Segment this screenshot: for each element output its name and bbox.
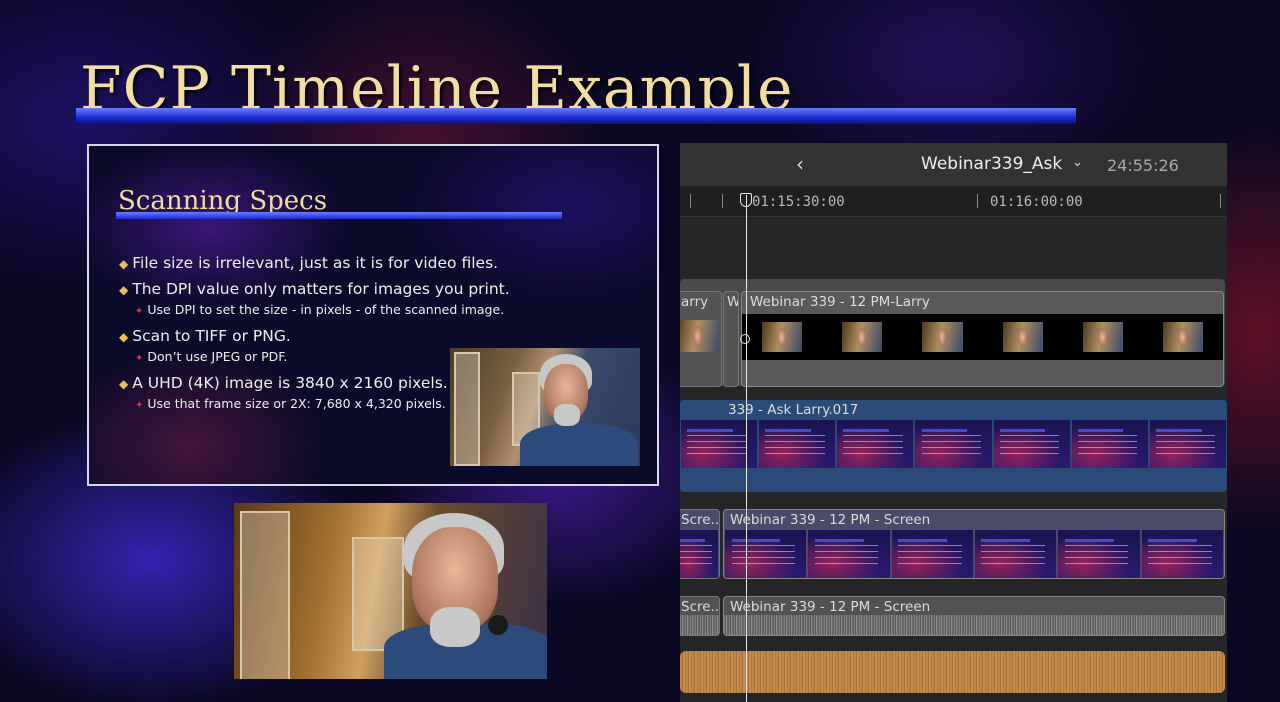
inset-slide: Scanning Specs ◆ File size is irrelevant,… — [87, 144, 659, 486]
project-duration: 24:55:26 — [1107, 156, 1179, 175]
playhead[interactable] — [746, 195, 747, 702]
timeline-clip-larry[interactable]: Webinar 339 - 12 PM-Larry — [741, 291, 1224, 387]
timecode-label: 01:16:00:00 — [990, 194, 1083, 210]
bullet: ◆ Scan to TIFF or PNG. — [119, 327, 291, 345]
timeline-clip[interactable]: arry — [680, 291, 722, 387]
timeline-music-clip[interactable] — [680, 651, 1225, 693]
speaker-video-large — [234, 503, 547, 679]
timeline-clip[interactable]: W — [723, 291, 739, 387]
timeline-clip-screen[interactable]: Webinar 339 - 12 PM - Screen — [723, 509, 1225, 579]
slide-title-underline — [116, 212, 562, 219]
timeline-audio-clip[interactable]: Scre... — [680, 596, 720, 636]
connection-point-icon — [740, 334, 750, 344]
bullet: ◆ The DPI value only matters for images y… — [119, 280, 510, 298]
timeline-header: ‹ Webinar339_Ask ⌄ 24:55:26 — [680, 143, 1227, 186]
chevron-down-icon[interactable]: ⌄ — [1072, 155, 1083, 170]
timeline-clip-ask-larry[interactable]: 339 - Ask Larry.017 — [680, 400, 1227, 492]
bullet: ◆ File size is irrelevant, just as it is … — [119, 254, 499, 272]
microphone-icon — [488, 615, 508, 635]
back-icon[interactable]: ‹ — [796, 152, 804, 176]
title-underline — [76, 108, 1076, 124]
speaker-video-small — [450, 348, 640, 466]
project-name-dropdown[interactable]: Webinar339_Ask — [921, 154, 1062, 174]
timeline-clip[interactable]: Scre... — [680, 509, 720, 579]
playhead-handle[interactable] — [740, 193, 752, 207]
fcp-timeline-panel: ‹ Webinar339_Ask ⌄ 24:55:26 01:15:30:00 … — [680, 143, 1227, 702]
timeline-audio-clip-screen[interactable]: Webinar 339 - 12 PM - Screen — [723, 596, 1225, 636]
timecode-ruler[interactable]: 01:15:30:00 01:16:00:00 — [680, 186, 1227, 217]
timecode-label: 01:15:30:00 — [752, 194, 845, 210]
sub-bullet: ✦ Use DPI to set the size - in pixels - o… — [135, 302, 505, 317]
